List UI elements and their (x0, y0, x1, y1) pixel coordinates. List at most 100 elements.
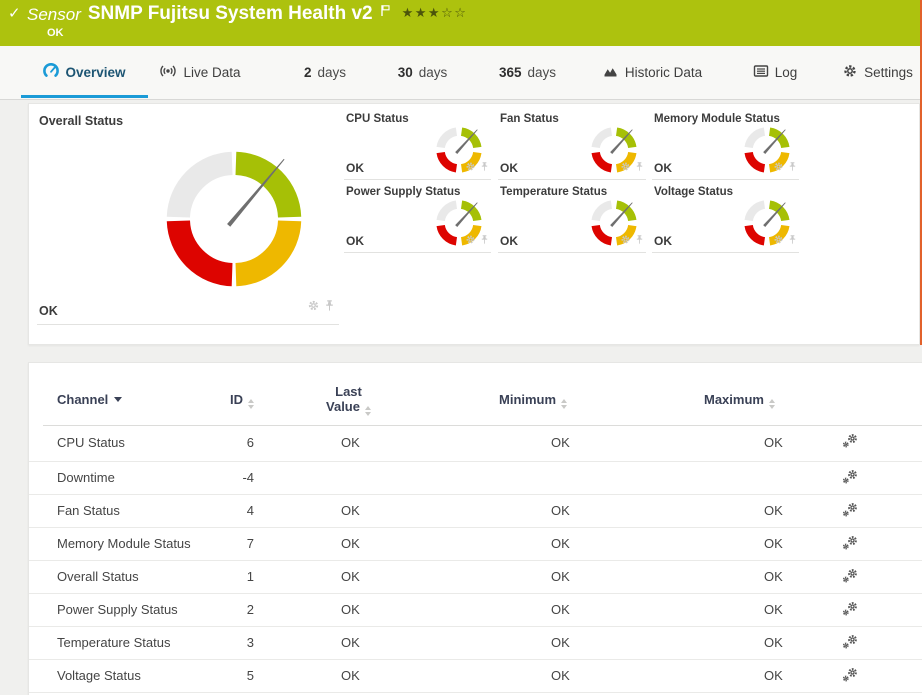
tab-label-number: 365 (499, 65, 522, 80)
gauge-settings-gear-icon[interactable] (465, 232, 476, 250)
channel-settings-gears-icon[interactable] (842, 535, 859, 553)
sensor-title: SNMP Fujitsu System Health v2 (88, 3, 373, 25)
sort-desc-caret-icon (114, 397, 122, 402)
column-header-last-value[interactable]: LastValue (311, 384, 386, 416)
stars-empty: ☆☆ (441, 5, 467, 20)
gauge-value: OK (346, 234, 364, 248)
maximum-cell: OK (764, 560, 783, 593)
panel-title: CPU Status (346, 113, 409, 125)
tab-label: Historic Data (625, 65, 702, 80)
flag-icon[interactable] (380, 4, 391, 22)
gear-icon (842, 63, 858, 82)
pin-icon[interactable] (788, 159, 797, 177)
table-row-fan-status[interactable]: Fan Status 4 OK OK OK (29, 494, 922, 528)
last-value-cell: OK (341, 560, 360, 593)
priority-stars[interactable]: ★★★☆☆ (402, 3, 468, 21)
overall-status-panel[interactable]: Overall Status OK (37, 110, 339, 325)
last-value-cell: OK (341, 626, 360, 659)
pin-icon[interactable] (480, 159, 489, 177)
column-header-minimum[interactable]: Minimum (499, 392, 567, 409)
tab-label-unit: days (528, 65, 557, 80)
tab-label: Overview (65, 65, 125, 80)
column-header-channel[interactable]: Channel (57, 392, 122, 407)
channel-settings-gears-icon[interactable] (842, 433, 859, 451)
sort-arrows-icon (365, 406, 371, 416)
id-cell: 6 (189, 425, 254, 461)
sensor-status-text: OK (47, 27, 64, 39)
table-row-cpu-status[interactable]: CPU Status 6 OK OK OK (29, 425, 922, 462)
maximum-cell: OK (764, 425, 783, 461)
id-cell: 2 (189, 593, 254, 626)
minimum-cell: OK (551, 560, 570, 593)
mini-gauge-panel-temperature-status[interactable]: Temperature Status OK (498, 186, 646, 253)
mini-gauge-panel-cpu-status[interactable]: CPU Status OK (344, 113, 491, 180)
table-row-power-supply-status[interactable]: Power Supply Status 2 OK OK OK (29, 593, 922, 627)
mini-gauge-panel-power-supply-status[interactable]: Power Supply Status OK (344, 186, 491, 253)
minimum-cell: OK (551, 626, 570, 659)
table-row-downtime[interactable]: Downtime -4 (29, 461, 922, 495)
sensor-header: ✓ Sensor SNMP Fujitsu System Health v2 ★… (0, 0, 922, 46)
tab-label: Log (775, 65, 798, 80)
table-row-temperature-status[interactable]: Temperature Status 3 OK OK OK (29, 626, 922, 660)
mini-gauge-panel-memory-module-status[interactable]: Memory Module Status OK (652, 113, 799, 180)
tab-label-number: 2 (304, 65, 312, 80)
tab-bar: Overview Live Data 2 days 30 days 365 da… (0, 46, 922, 100)
gauge-settings-gear-icon[interactable] (620, 232, 631, 250)
minimum-cell: OK (551, 593, 570, 626)
pin-icon[interactable] (635, 232, 644, 250)
tab-label: Settings (864, 65, 913, 80)
overall-status-gauge (151, 136, 317, 302)
id-cell: 7 (189, 527, 254, 560)
tab-settings[interactable]: Settings (835, 46, 920, 98)
channel-settings-gears-icon[interactable] (842, 502, 859, 520)
column-header-maximum[interactable]: Maximum (704, 392, 775, 409)
maximum-cell: OK (764, 626, 783, 659)
column-header-id[interactable]: ID (199, 392, 254, 409)
panel-title: Fan Status (500, 113, 559, 125)
table-row-voltage-status[interactable]: Voltage Status 5 OK OK OK (29, 659, 922, 693)
mini-gauge-panel-fan-status[interactable]: Fan Status OK (498, 113, 646, 180)
tab-log[interactable]: Log (740, 46, 810, 98)
table-row-memory-module-status[interactable]: Memory Module Status 7 OK OK OK (29, 527, 922, 561)
sort-arrows-icon (769, 399, 775, 409)
tab-overview[interactable]: Overview (21, 46, 148, 98)
pin-icon[interactable] (324, 299, 335, 317)
tab-30-days[interactable]: 30 days (380, 46, 465, 98)
tab-365-days[interactable]: 365 days (480, 46, 575, 98)
last-value-cell: OK (341, 659, 360, 692)
gauge-settings-gear-icon[interactable] (620, 159, 631, 177)
tab-historic-data[interactable]: Historic Data (585, 46, 720, 98)
sensor-type-label: Sensor (27, 3, 81, 25)
id-cell: -4 (189, 461, 254, 494)
gauges-card: Overall Status OK CPU Status OK (28, 103, 920, 345)
pin-icon[interactable] (788, 232, 797, 250)
gauge-value: OK (654, 234, 672, 248)
panel-title: Overall Status (39, 114, 123, 128)
channel-settings-gears-icon[interactable] (842, 568, 859, 586)
pin-icon[interactable] (480, 232, 489, 250)
pin-icon[interactable] (635, 159, 644, 177)
gauge-value: OK (500, 234, 518, 248)
sort-arrows-icon (248, 399, 254, 409)
mini-gauge-panel-voltage-status[interactable]: Voltage Status OK (652, 186, 799, 253)
id-cell: 1 (189, 560, 254, 593)
channel-settings-gears-icon[interactable] (842, 667, 859, 685)
channel-settings-gears-icon[interactable] (842, 469, 859, 487)
tab-2-days[interactable]: 2 days (285, 46, 365, 98)
tab-live-data[interactable]: Live Data (145, 46, 255, 98)
channel-settings-gears-icon[interactable] (842, 634, 859, 652)
tab-label-number: 30 (398, 65, 413, 80)
maximum-cell: OK (764, 527, 783, 560)
gauge-settings-gear-icon[interactable] (307, 299, 320, 317)
minimum-cell: OK (551, 494, 570, 527)
minimum-cell: OK (551, 659, 570, 692)
gauge-settings-gear-icon[interactable] (465, 159, 476, 177)
gauge-settings-gear-icon[interactable] (773, 159, 784, 177)
table-row-overall-status[interactable]: Overall Status 1 OK OK OK (29, 560, 922, 594)
sort-arrows-icon (561, 399, 567, 409)
gauge-value: OK (346, 161, 364, 175)
gauge-settings-gear-icon[interactable] (773, 232, 784, 250)
channel-settings-gears-icon[interactable] (842, 601, 859, 619)
log-list-icon (753, 63, 769, 82)
minimum-cell: OK (551, 527, 570, 560)
